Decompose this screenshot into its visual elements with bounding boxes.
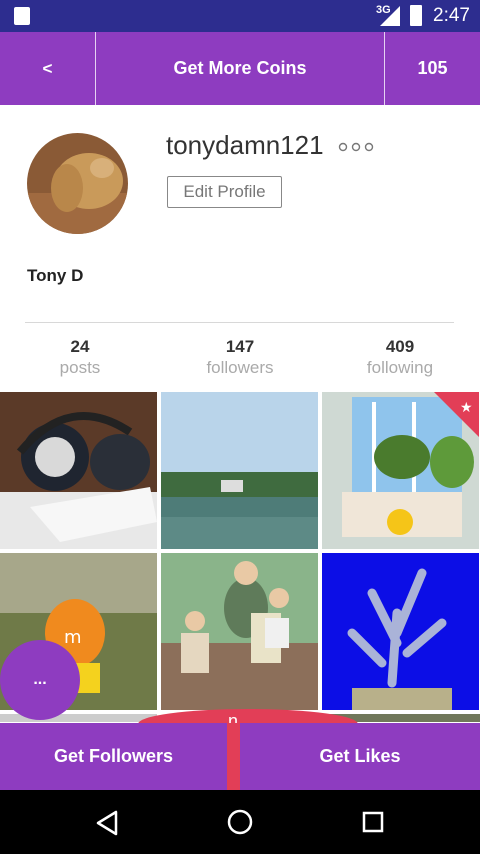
photo-coral[interactable] [322, 553, 479, 710]
home-circle-icon[interactable] [227, 809, 253, 835]
back-triangle-icon[interactable] [95, 810, 119, 836]
svg-text:★: ★ [460, 400, 473, 416]
bottom-action-bar: Get Followers Get Likes [0, 723, 480, 790]
photo-plant[interactable]: ★ [322, 392, 479, 549]
full-name: Tony D [27, 266, 84, 285]
stat-posts[interactable]: 24 posts [0, 336, 160, 378]
get-more-coins-button[interactable]: Get More Coins [96, 32, 384, 105]
recents-square-icon[interactable] [362, 811, 384, 833]
divider [25, 322, 454, 323]
divider [227, 723, 240, 790]
edit-profile-button[interactable]: Edit Profile [167, 176, 282, 208]
username: tonydamn121 [166, 130, 324, 160]
more-fab-button[interactable]: ... [0, 640, 80, 720]
photo-lake[interactable] [161, 392, 318, 549]
coin-balance[interactable]: 105 [385, 32, 480, 105]
top-bar: < Get More Coins 105 [0, 32, 480, 105]
nav-bar [0, 790, 480, 854]
svg-text:m: m [64, 627, 82, 648]
get-followers-button[interactable]: Get Followers [0, 723, 227, 790]
stat-number: 147 [225, 337, 255, 356]
stat-following[interactable]: 409 following [320, 336, 480, 378]
sd-card-icon [14, 7, 30, 25]
stat-label: followers [206, 358, 274, 377]
signal-icon [380, 6, 400, 26]
stat-followers[interactable]: 147 followers [160, 336, 320, 378]
get-likes-button[interactable]: Get Likes [240, 723, 480, 790]
battery-icon [410, 5, 422, 26]
stat-label: following [366, 358, 434, 377]
clock: 2:47 [433, 5, 470, 26]
stat-label: posts [59, 358, 101, 377]
more-options-icon[interactable] [338, 140, 374, 156]
stat-number: 24 [70, 337, 90, 356]
avatar[interactable] [27, 133, 128, 234]
status-bar: 3G 2:47 [0, 0, 480, 32]
photo-headphones[interactable] [0, 392, 157, 549]
photo-painting[interactable] [161, 553, 318, 710]
back-button[interactable]: < [0, 32, 95, 105]
stat-number: 409 [385, 337, 415, 356]
